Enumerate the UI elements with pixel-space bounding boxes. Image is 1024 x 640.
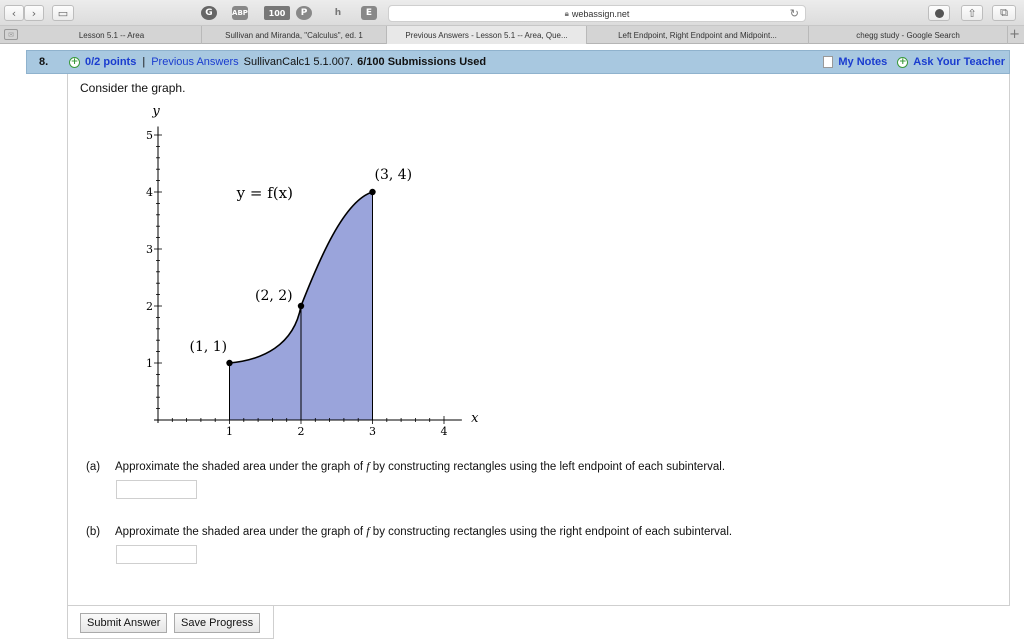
- point-label: (2, 2): [255, 288, 293, 304]
- chevron-left-icon: ‹: [11, 6, 17, 20]
- ask-teacher-link[interactable]: Ask Your Teacher: [913, 56, 1005, 68]
- my-notes-link[interactable]: My Notes: [838, 56, 887, 68]
- tab-label: Previous Answers - Lesson 5.1 -- Area, Q…: [405, 30, 568, 40]
- x-tick-label: 1: [226, 425, 233, 438]
- tab-left-endpoint[interactable]: Left Endpoint, Right Endpoint and Midpoi…: [587, 26, 809, 44]
- part-b-answer-input[interactable]: [116, 545, 197, 564]
- address-bar[interactable]: 🔒︎ webassign.net ↻: [388, 5, 806, 22]
- x-tick-label: 4: [441, 425, 448, 438]
- point-label: (3, 4): [375, 167, 413, 183]
- part-a-answer-input[interactable]: [116, 480, 197, 499]
- part-a-text-before: Approximate the shaded area under the gr…: [115, 461, 367, 473]
- area-graph: y x y = f(x) 1 2 3 4 1 2 3 4 5 (1, 1) (2, 2) (3, 4…: [146, 105, 479, 438]
- note-icon: [823, 56, 834, 68]
- part-a-text-after: by constructing rectangles using the lef…: [369, 461, 726, 473]
- curve-point-dot: [297, 302, 305, 310]
- y-tick-label: 1: [146, 357, 153, 370]
- share-button[interactable]: ⇧: [961, 5, 983, 21]
- lock-icon: 🔒︎: [564, 8, 569, 18]
- part-a-label: (a): [86, 461, 101, 473]
- extension-badge-icon[interactable]: 100: [264, 6, 290, 20]
- x-tick-label: 3: [369, 425, 376, 438]
- submissions-count: 6/100 Submissions Used: [357, 56, 487, 68]
- y-tick-label: 5: [146, 129, 153, 142]
- pinterest-icon[interactable]: P: [296, 6, 312, 20]
- browser-toolbar: ‹ › ▭ G ABP 100 P h E 🔒︎ webassign.net ↻…: [0, 0, 1024, 26]
- evernote-icon[interactable]: E: [361, 6, 377, 20]
- download-icon: [934, 8, 944, 18]
- tab-label: chegg study - Google Search: [856, 30, 960, 40]
- extension-badge-count: 100: [268, 8, 286, 18]
- question-prompt: Consider the graph.: [80, 81, 186, 95]
- question-source: SullivanCalc1 5.1.007.: [243, 56, 354, 68]
- points-link[interactable]: 0/2 points: [85, 56, 136, 68]
- y-tick-label: 4: [146, 186, 153, 199]
- reload-icon[interactable]: ↻: [790, 7, 799, 20]
- tab-label: Lesson 5.1 -- Area: [78, 30, 145, 40]
- sidebar-icon: ▭: [57, 6, 69, 20]
- honey-icon[interactable]: h: [330, 6, 346, 20]
- header-separator: |: [142, 56, 146, 68]
- part-b-label: (b): [86, 526, 101, 538]
- curve-point-dot: [226, 359, 233, 367]
- y-tick-label: 2: [146, 300, 153, 313]
- x-axis-label: x: [471, 411, 479, 426]
- question-header: 8. + 0/2 points | Previous Answers Sulli…: [26, 50, 1010, 74]
- back-button[interactable]: ‹: [4, 5, 24, 21]
- tab-bar: ✉ Lesson 5.1 -- Area Sullivan and Mirand…: [0, 26, 1024, 44]
- part-b-text-before: Approximate the shaded area under the gr…: [115, 526, 367, 538]
- y-tick-label: 3: [146, 243, 153, 256]
- expand-plus-icon[interactable]: +: [69, 56, 80, 68]
- mail-icon[interactable]: ✉: [4, 29, 18, 40]
- curve-label: y = f(x): [236, 184, 293, 202]
- tab-lesson[interactable]: Lesson 5.1 -- Area: [22, 26, 202, 44]
- tab-previous-answers[interactable]: Previous Answers - Lesson 5.1 -- Area, Q…: [387, 26, 587, 44]
- google-extension-icon[interactable]: G: [201, 6, 217, 20]
- tab-label: Sullivan and Miranda, "Calculus", ed. 1: [225, 30, 363, 40]
- question-number: 8.: [39, 56, 49, 68]
- adblock-icon[interactable]: ABP: [232, 6, 248, 20]
- x-tick-label: 2: [298, 425, 305, 438]
- part-b-text-after: by constructing rectangles using the rig…: [369, 526, 733, 538]
- downloads-button[interactable]: [928, 5, 950, 21]
- ask-plus-icon: +: [897, 56, 909, 68]
- tab-sullivan[interactable]: Sullivan and Miranda, "Calculus", ed. 1: [202, 26, 387, 44]
- part-b: (b) Approximate the shaded area under the…: [86, 524, 732, 539]
- tab-label: Left Endpoint, Right Endpoint and Midpoi…: [618, 30, 777, 40]
- previous-answers-link[interactable]: Previous Answers: [151, 56, 238, 68]
- tabs-icon: ⧉: [1000, 6, 1008, 19]
- forward-button[interactable]: ›: [24, 5, 44, 21]
- save-progress-button[interactable]: Save Progress: [174, 613, 261, 633]
- tabs-overview-button[interactable]: ⧉: [992, 5, 1016, 21]
- sidebar-button[interactable]: ▭: [52, 5, 74, 21]
- url-text: webassign.net: [571, 8, 630, 19]
- tab-chegg[interactable]: chegg study - Google Search: [809, 26, 1008, 44]
- submit-answer-button[interactable]: Submit Answer: [80, 613, 168, 633]
- curve-point-dot: [369, 188, 376, 196]
- part-a: (a) Approximate the shaded area under the…: [86, 459, 725, 474]
- share-icon: ⇧: [967, 6, 977, 20]
- new-tab-icon[interactable]: +: [1009, 27, 1020, 42]
- point-label: (1, 1): [190, 339, 228, 355]
- y-axis-label: y: [151, 105, 160, 119]
- chevron-right-icon: ›: [31, 6, 37, 20]
